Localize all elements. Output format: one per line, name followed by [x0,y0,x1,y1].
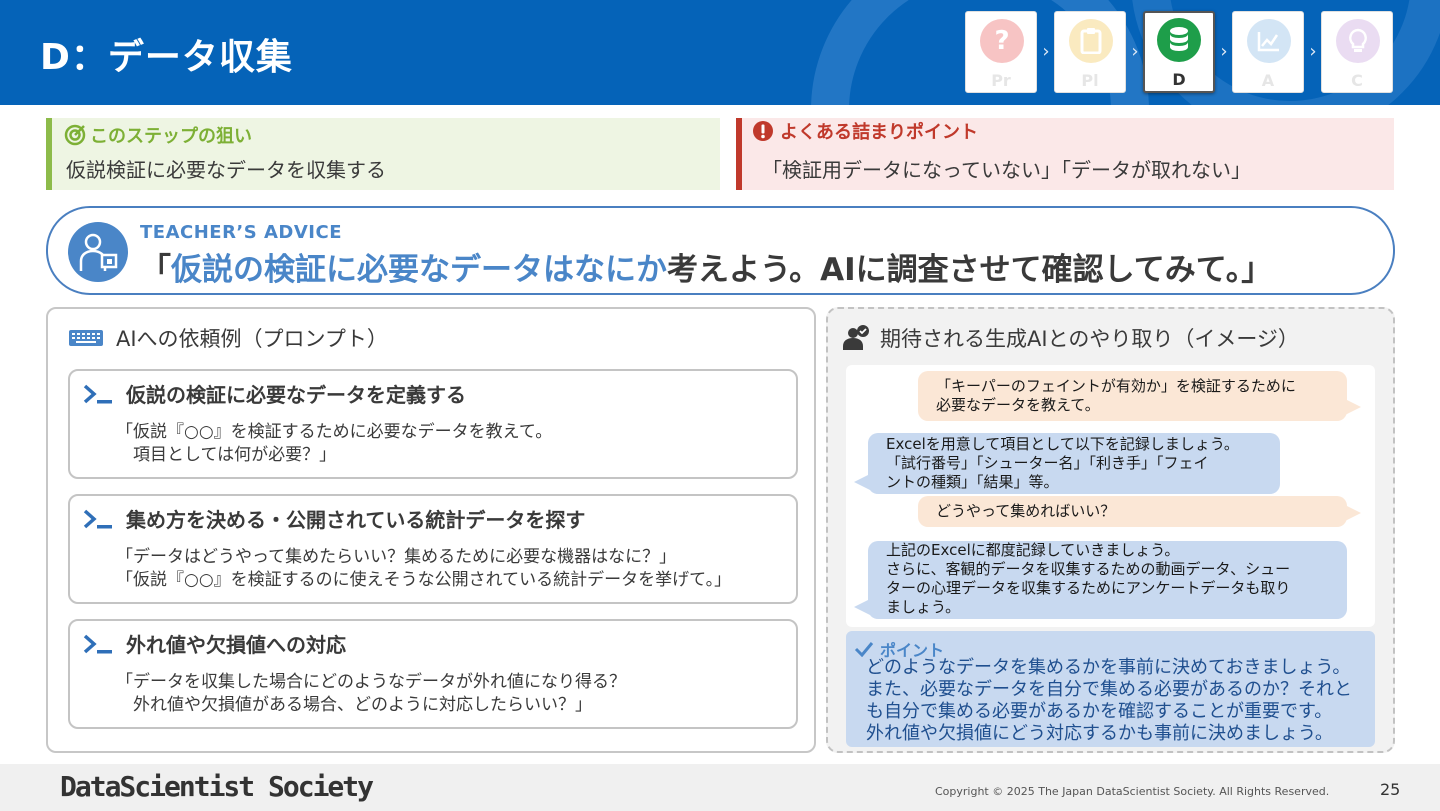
chat-panel-heading: 期待される生成AIとのやり取り（イメージ） [842,323,1299,353]
prompt-card-body: 「データはどうやって集めたらいい？集めるために必要な機器はなに？」 「仮説『○○… [116,547,732,590]
terminal-prompt-icon [83,509,112,528]
chevron-right-icon: › [1309,41,1317,62]
user-message: どうやって集めればいい？ [918,496,1361,527]
prompt-card: 集め方を決める・公開されている統計データを探す 「データはどうやって集めたらいい… [68,494,798,604]
chat-user-icon [843,325,869,350]
database-icon [1157,18,1201,62]
page-number: 25 [1380,780,1401,799]
user-message: 「キーパーのフェイントが有効か」を検証するために 必要なデータを教えて。 [918,371,1361,421]
lightbulb-icon [1336,19,1380,63]
chevron-right-icon: › [1042,41,1050,62]
step-d: D [1143,11,1215,93]
prompt-card: 仮説の検証に必要なデータを定義する 「仮説『○○』を検証するために必要なデータを… [68,369,798,479]
teacher-advice-box: TEACHER’S ADVICE 「仮説の検証に必要なデータはなにか考えよう。A… [46,206,1395,295]
stuck-heading: よくある詰まりポイント [752,118,978,144]
prompt-panel-heading: AIへの依頼例（プロンプト） [68,323,388,353]
prompt-card-title: 集め方を決める・公開されている統計データを探す [126,508,586,532]
step-pl: Pl [1054,11,1126,93]
prompt-examples-panel: AIへの依頼例（プロンプト） 仮説の検証に必要なデータを定義する 「仮説『○○』… [46,307,816,753]
point-box: ポイント どのようなデータを集めるかを事前に決めておきましょう。 また、必要なデ… [846,631,1375,747]
check-icon [854,642,874,657]
prompt-card: 外れ値や欠損値への対応 「データを収集した場合にどのようなデータが外れ値になり得… [68,619,798,729]
step-c: C [1321,11,1393,93]
question-icon: ? [980,19,1024,63]
aim-text: 仮説検証に必要なデータを収集する [66,158,386,182]
chart-icon [1247,19,1291,63]
terminal-prompt-icon [83,384,112,403]
step-a: A [1232,11,1304,93]
prompt-card-body: 「データを収集した場合にどのようなデータが外れ値になり得る？ 外れ値や欠損値があ… [116,672,626,715]
slide-footer: DataScientist Society Copyright © 2025 T… [0,764,1440,811]
target-icon [64,124,86,146]
aim-heading: このステップの狙い [64,122,252,148]
slide-title: D：データ収集 [40,37,293,78]
advice-quote: 「仮説の検証に必要なデータはなにか考えよう。AIに調査させて確認してみて。」 [140,252,1273,288]
chevron-right-icon: › [1220,41,1228,62]
clipboard-icon [1069,19,1113,63]
step-aim-box: このステップの狙い 仮説検証に必要なデータを収集する [46,118,720,190]
point-text: どのようなデータを集めるかを事前に決めておきましょう。 また、必要なデータを自分… [866,657,1352,744]
copyright-text: Copyright © 2025 The Japan DataScientist… [935,785,1330,798]
keyboard-icon [69,330,103,346]
prompt-card-body: 「仮説『○○』を検証するために必要なデータを教えて。 項目としては何が必要？」 [116,422,553,465]
exclamation-icon [753,121,773,141]
prompt-card-title: 外れ値や欠損値への対応 [126,633,346,657]
step-pr: ? Pr [965,11,1037,93]
stuck-point-box: よくある詰まりポイント 「検証用データになっていない」「データが取れない」 [736,118,1394,190]
ai-message: Excelを用意して項目として以下を記録しましょう。 「試行番号」「シューター名… [854,433,1280,494]
expected-chat-panel: 期待される生成AIとのやり取り（イメージ） 「キーパーのフェイントが有効か」を検… [826,307,1395,753]
chat-window: 「キーパーのフェイントが有効か」を検証するために 必要なデータを教えて。 Exc… [846,365,1375,627]
terminal-prompt-icon [83,634,112,653]
brand-logo: DataScientist Society [60,770,374,803]
step-indicator: ? Pr › Pl › D › A › C [965,11,1395,95]
chevron-right-icon: › [1131,41,1139,62]
advice-label: TEACHER’S ADVICE [140,222,343,243]
slide-header: D：データ収集 ? Pr › Pl › D › A › C [0,0,1440,105]
teacher-icon [68,222,128,282]
ai-message: 上記のExcelに都度記録していきましょう。 さらに、客観的データを収集するため… [854,541,1347,619]
stuck-text: 「検証用データになっていない」「データが取れない」 [762,158,1251,182]
prompt-card-title: 仮説の検証に必要なデータを定義する [126,383,466,407]
advice-highlight: 仮説の検証に必要なデータはなにか [171,252,667,288]
